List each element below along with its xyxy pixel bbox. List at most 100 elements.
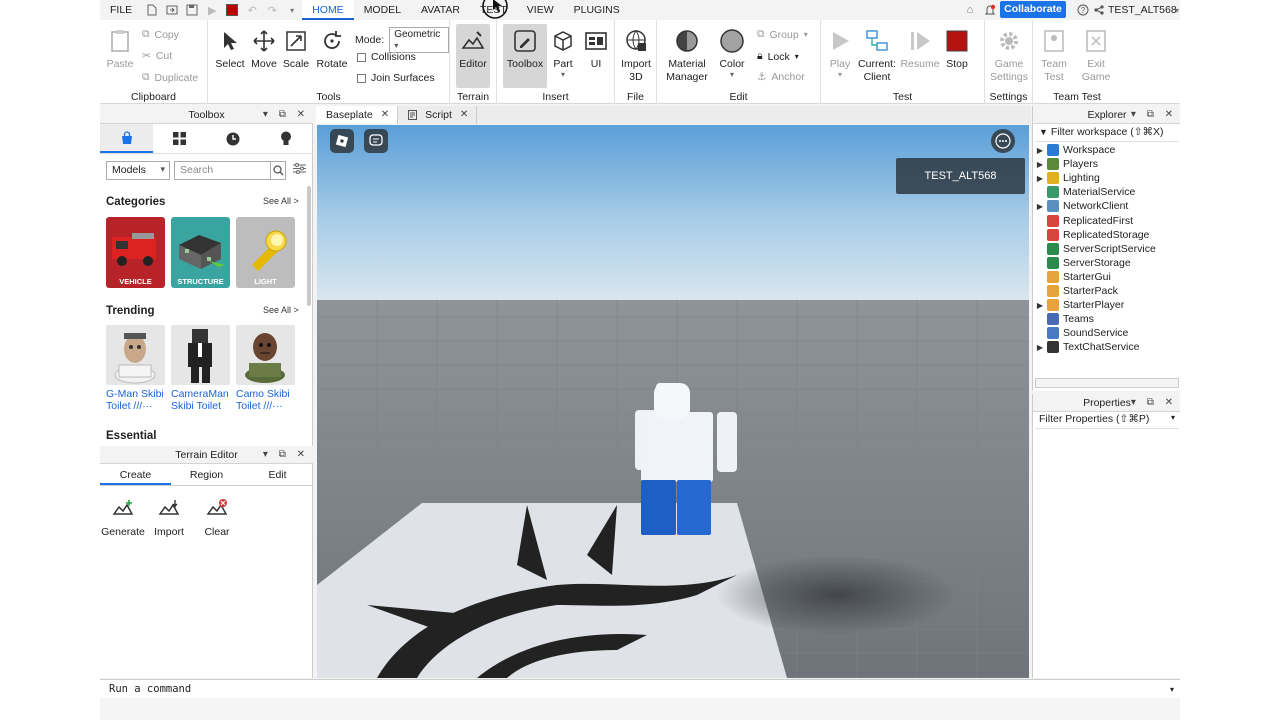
tab-creations[interactable] (260, 124, 313, 153)
part-dropdown-icon[interactable]: ▾ (561, 70, 565, 79)
expand-arrow-icon[interactable]: ▶ (1033, 301, 1047, 310)
material-manager-button[interactable]: Material Manager (663, 28, 711, 84)
menu-plugins[interactable]: PLUGINS (564, 0, 630, 20)
toolbox-search-input[interactable]: Search (174, 160, 286, 180)
duplicate-button[interactable]: ⧉ Duplicate (142, 71, 198, 84)
explorer-item[interactable]: Teams (1033, 312, 1094, 326)
new-file-icon[interactable] (145, 3, 159, 17)
scale-tool[interactable]: Scale (282, 28, 310, 70)
terrain-editor-button[interactable]: Editor (456, 24, 490, 88)
customize-dropdown-icon[interactable]: ▾ (285, 3, 299, 17)
panel-controls[interactable]: ▾ ⧉ ✕ (263, 446, 309, 464)
lock-button[interactable]: 🔒︎ Lock ▾ (757, 50, 799, 63)
trending-item[interactable]: Camo Skibi Toilet ///··· (236, 325, 295, 412)
import-button[interactable]: Import (146, 498, 192, 538)
expand-arrow-icon[interactable]: ▶ (1033, 343, 1047, 352)
open-icon[interactable] (165, 3, 179, 17)
close-icon[interactable]: ✕ (460, 106, 468, 124)
tab-create[interactable]: Create (100, 464, 171, 485)
toolbox-button[interactable]: Toolbox (503, 24, 547, 88)
explorer-horizontal-scrollbar[interactable] (1035, 378, 1179, 388)
toolbox-scrollbar[interactable] (307, 186, 311, 306)
panel-controls[interactable]: ▾ ⧉ ✕ (263, 106, 309, 124)
user-name-label[interactable]: TEST_ALT568 (1108, 0, 1177, 20)
roblox-menu-button[interactable] (330, 129, 354, 153)
explorer-item[interactable]: ServerStorage (1033, 256, 1131, 270)
current-client-button[interactable]: Current: Client (857, 28, 897, 84)
category-structure[interactable]: STRUCTURE (171, 217, 230, 288)
resume-button[interactable]: Resume (900, 28, 940, 70)
panel-controls[interactable]: ▾ ⧉ ✕ (1131, 106, 1177, 124)
menu-home[interactable]: HOME (302, 0, 354, 20)
move-tool[interactable]: Move (250, 28, 278, 70)
category-vehicle[interactable]: VEHICLE (106, 217, 165, 288)
menu-view[interactable]: VIEW (517, 0, 564, 20)
more-options-button[interactable] (991, 129, 1015, 153)
select-tool[interactable]: Select (214, 28, 246, 70)
part-button[interactable]: Part ▾ (549, 28, 577, 79)
generate-button[interactable]: Generate (100, 498, 146, 538)
redo-icon[interactable]: ↷ (265, 3, 279, 17)
home-small-icon[interactable]: ⌂ (963, 3, 977, 17)
player-name-tag[interactable]: TEST_ALT568 (896, 158, 1025, 194)
explorer-item[interactable]: MaterialService (1033, 185, 1135, 199)
mode-dropdown[interactable]: Geometric ▾ (389, 27, 449, 53)
explorer-item[interactable]: StarterPack (1033, 284, 1118, 298)
menu-file[interactable]: FILE (100, 0, 142, 20)
group-button[interactable]: ⧉ Group ▾ (757, 28, 808, 41)
menu-avatar[interactable]: AVATAR (411, 0, 470, 20)
collisions-checkbox[interactable] (357, 52, 366, 62)
play-dropdown-icon[interactable]: ▾ (838, 70, 842, 79)
game-settings-button[interactable]: Game Settings (989, 28, 1029, 84)
chat-button[interactable] (364, 129, 388, 153)
rotate-tool[interactable]: Rotate (316, 28, 348, 70)
explorer-item[interactable]: ▶ Lighting (1033, 171, 1100, 185)
tab-script[interactable]: Script ✕ (398, 106, 478, 124)
explorer-filter-input[interactable]: ▼ Filter workspace (⇧⌘X) (1035, 126, 1179, 142)
panel-controls[interactable]: ▾ ⧉ ✕ (1131, 394, 1177, 412)
collisions-checkbox-row[interactable]: Collisions (357, 51, 416, 63)
expand-arrow-icon[interactable]: ▶ (1033, 202, 1047, 211)
user-dropdown-icon[interactable]: ▾ (1170, 3, 1180, 17)
stop-quick-icon[interactable] (225, 3, 239, 17)
explorer-item[interactable]: ReplicatedStorage (1033, 228, 1149, 242)
play-quick-icon[interactable]: ▶ (205, 3, 219, 17)
tab-baseplate[interactable]: Baseplate ✕ (316, 106, 399, 124)
explorer-item[interactable]: ▶ Workspace (1033, 143, 1115, 157)
clear-button[interactable]: Clear (194, 498, 240, 538)
team-test-button[interactable]: Team Test (1039, 28, 1069, 84)
share-icon[interactable] (1092, 3, 1106, 17)
expand-arrow-icon[interactable]: ▶ (1033, 160, 1047, 169)
tab-edit[interactable]: Edit (242, 464, 313, 485)
tab-inventory[interactable] (153, 124, 206, 153)
chevron-down-icon[interactable]: ▾ (1171, 413, 1175, 422)
cut-button[interactable]: ✂ Cut (142, 50, 172, 62)
ui-button[interactable]: UI (583, 28, 609, 70)
trending-item[interactable]: CameraMan Skibi Toilet (171, 325, 230, 412)
explorer-item[interactable]: ▶ NetworkClient (1033, 199, 1128, 213)
play-button[interactable]: Play ▾ (827, 28, 853, 79)
copy-button[interactable]: ⧉ Copy (142, 28, 179, 41)
3d-viewport[interactable]: TEST_ALT568 (317, 125, 1029, 678)
notifications-icon[interactable] (983, 3, 997, 17)
expand-arrow-icon[interactable]: ▶ (1033, 146, 1047, 155)
collaborate-button[interactable]: Collaborate (1000, 1, 1066, 18)
join-surfaces-checkbox-row[interactable]: Join Surfaces (357, 72, 435, 84)
properties-filter-input[interactable]: Filter Properties (⇧⌘P) ▾ (1035, 413, 1179, 429)
explorer-item[interactable]: ▶ Players (1033, 157, 1098, 171)
exit-game-button[interactable]: Exit Game (1081, 28, 1111, 84)
menu-model[interactable]: MODEL (354, 0, 411, 20)
anchor-button[interactable]: ⚓︎ Anchor (757, 71, 805, 83)
tab-recent[interactable] (207, 124, 260, 153)
category-select[interactable]: Models (106, 160, 170, 180)
explorer-item[interactable]: ▶ TextChatService (1033, 340, 1139, 354)
color-dropdown-icon[interactable]: ▾ (730, 70, 734, 79)
chevron-down-icon[interactable]: ▾ (1170, 680, 1174, 699)
explorer-item[interactable]: StarterGui (1033, 270, 1111, 284)
import-3d-button[interactable]: Import 3D (620, 28, 652, 84)
explorer-item[interactable]: ServerScriptService (1033, 242, 1156, 256)
save-icon[interactable] (185, 3, 199, 17)
filter-sliders-icon[interactable] (293, 163, 306, 177)
stop-button[interactable]: Stop (943, 28, 971, 70)
command-bar-input[interactable]: Run a command ▾ (100, 679, 1180, 698)
